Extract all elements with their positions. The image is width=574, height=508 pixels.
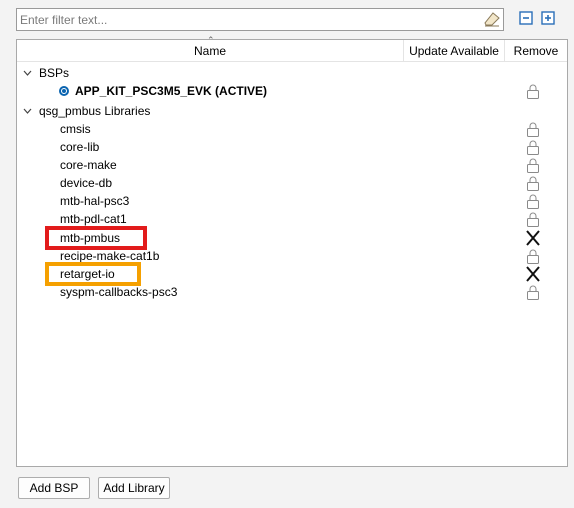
- highlight-box-red: [45, 226, 147, 250]
- tree-group-bsps[interactable]: BSPs: [17, 64, 567, 82]
- add-library-button[interactable]: Add Library: [98, 477, 170, 499]
- update-available-column-header[interactable]: Update Available: [403, 40, 504, 62]
- tree-item-label: core-lib: [60, 140, 100, 154]
- lock-icon: [527, 285, 539, 300]
- tree-item-label: core-make: [60, 158, 117, 172]
- tree-item-bsp[interactable]: APP_KIT_PSC3M5_EVK (ACTIVE): [17, 82, 567, 100]
- expand-all-icon[interactable]: [541, 11, 555, 25]
- collapse-all-icon[interactable]: [519, 11, 533, 25]
- lock-icon: [527, 249, 539, 264]
- lock-icon: [527, 212, 539, 227]
- tree-item-label: device-db: [60, 176, 113, 190]
- highlight-box-orange: [45, 262, 141, 286]
- remove-column-header[interactable]: Remove: [504, 40, 567, 62]
- column-header: ⌃ Name Update Available Remove: [17, 35, 567, 62]
- tree-item-cmsis[interactable]: cmsis: [17, 120, 567, 138]
- tree-item-mtb-hal-psc3[interactable]: mtb-hal-psc3: [17, 192, 567, 210]
- chevron-down-icon[interactable]: [23, 69, 32, 77]
- lock-icon: [527, 84, 539, 99]
- clear-filter-icon[interactable]: [484, 12, 500, 27]
- lock-icon: [527, 122, 539, 137]
- tree-group-label: BSPs: [39, 66, 70, 80]
- libraries-tree: ⌃ Name Update Available Remove BSPs APP_…: [16, 35, 568, 467]
- tree-group-libraries[interactable]: qsg_pmbus Libraries: [17, 102, 567, 120]
- delete-x-icon[interactable]: [525, 229, 541, 247]
- filter-input[interactable]: [18, 10, 480, 29]
- sort-ascending-icon: ⌃: [207, 35, 215, 45]
- chevron-down-icon[interactable]: [23, 107, 32, 115]
- tree-group-label: qsg_pmbus Libraries: [39, 104, 151, 118]
- tree-item-label: cmsis: [60, 122, 91, 136]
- tree-item-label: APP_KIT_PSC3M5_EVK (ACTIVE): [75, 84, 268, 98]
- lock-icon: [527, 176, 539, 191]
- active-bsp-radio-icon[interactable]: [59, 86, 69, 96]
- lock-icon: [527, 158, 539, 173]
- tree-item-core-make[interactable]: core-make: [17, 156, 567, 174]
- tree-item-label: mtb-hal-psc3: [60, 194, 130, 208]
- lock-icon: [527, 194, 539, 209]
- lock-icon: [527, 140, 539, 155]
- filter-field[interactable]: [16, 8, 504, 31]
- add-bsp-button[interactable]: Add BSP: [18, 477, 90, 499]
- tree-item-core-lib[interactable]: core-lib: [17, 138, 567, 156]
- tree-item-device-db[interactable]: device-db: [17, 174, 567, 192]
- name-column-header[interactable]: ⌃ Name: [17, 35, 403, 62]
- delete-x-icon[interactable]: [525, 265, 541, 283]
